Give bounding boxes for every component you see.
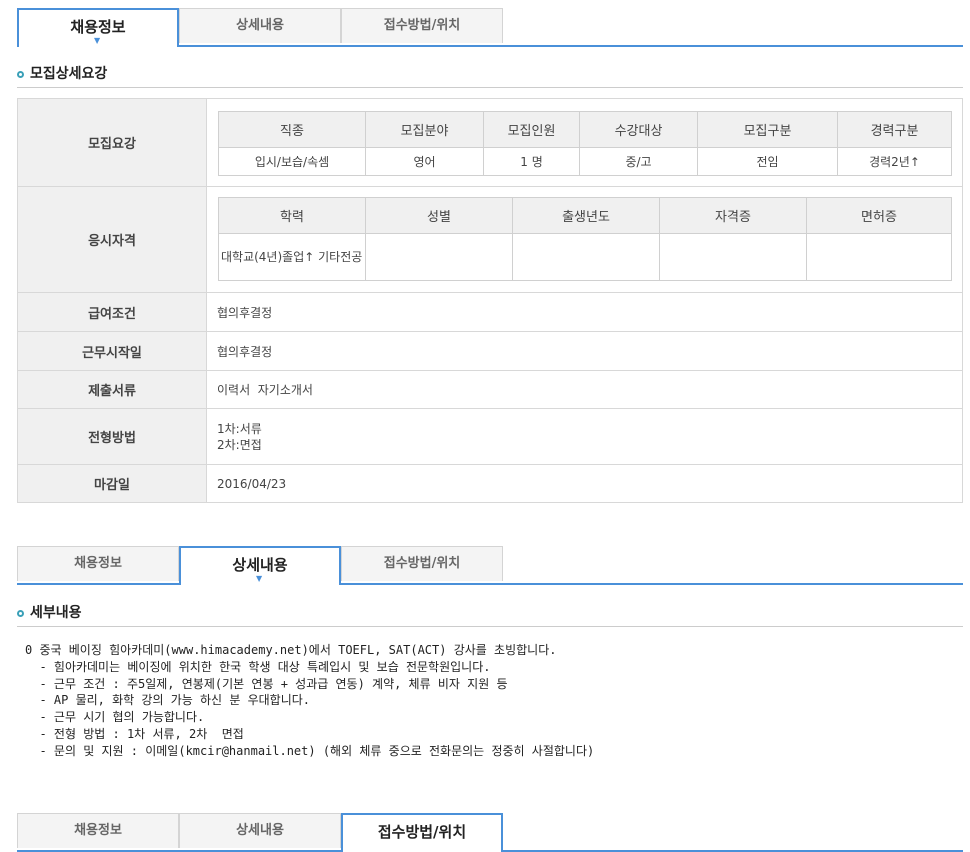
table-row: 근무시작일 협의후결정 <box>17 331 963 371</box>
details-body: 0 중국 베이징 힘아카데미(www.himacademy.net)에서 TOE… <box>25 642 955 760</box>
process-step: 2차:면접 <box>217 437 262 452</box>
tab-label: 접수방법/위치 <box>377 823 467 841</box>
table-row: 급여조건 협의후결정 <box>17 292 963 332</box>
detail-line: 0 중국 베이징 힘아카데미(www.himacademy.net)에서 TOE… <box>25 643 557 657</box>
table-cell <box>365 233 513 281</box>
row-label: 마감일 <box>17 464 207 503</box>
chevron-down-icon: ▼ <box>256 574 263 583</box>
row-label: 급여조건 <box>17 292 207 332</box>
tab-apply-location[interactable]: 접수방법/위치 <box>341 813 503 852</box>
start-date-value: 협의후결정 <box>206 331 963 371</box>
table-row: 응시자격 학력 성별 출생년도 자격증 면허증 대학교(4년)졸업↑ 기타전공 <box>17 186 963 293</box>
recruit-summary-table: 직종 모집분야 모집인원 수강대상 모집구분 경력구분 입시/보습/속셈 영어 … <box>218 110 952 176</box>
tab-label: 채용정보 <box>74 823 122 838</box>
bullet-circle-icon <box>17 610 24 617</box>
table-cell: 입시/보습/속셈 <box>218 146 366 176</box>
table-row: 마감일 2016/04/23 <box>17 464 963 503</box>
row-label: 제출서류 <box>17 370 207 409</box>
table-cell: 1 명 <box>483 146 580 176</box>
row-label: 전형방법 <box>17 408 207 465</box>
detail-line: - 힘아카데미는 베이징에 위치한 한국 학생 대상 특례입시 및 보습 전문학… <box>25 659 491 674</box>
table-cell: 영어 <box>365 146 484 176</box>
tab-recruit-info[interactable]: 채용정보 <box>17 813 179 848</box>
tabs-bottom: 채용정보 상세내용 접수방법/위치 <box>17 813 963 852</box>
section-title-recruit-details: 모집상세요강 <box>17 65 963 88</box>
bullet-circle-icon <box>17 71 24 78</box>
process-step: 1차:서류 <box>217 421 262 436</box>
detail-line: - 근무 조건 : 주5일제, 연봉제(기본 연봉 + 성과급 연동) 계약, … <box>25 676 508 691</box>
tab-label: 상세내용 <box>236 18 284 33</box>
tab-label: 상세내용 <box>236 823 284 838</box>
detail-line: - AP 물리, 화학 강의 가능 하신 분 우대합니다. <box>25 693 311 708</box>
tab-label: 접수방법/위치 <box>383 18 461 33</box>
tab-label: 상세내용 <box>232 556 288 574</box>
detail-line: - 전형 방법 : 1차 서류, 2차 면접 <box>25 726 244 741</box>
column-header: 직종 <box>218 110 366 148</box>
column-header: 면허증 <box>806 197 952 234</box>
row-label: 응시자격 <box>17 186 207 293</box>
salary-value: 협의후결정 <box>206 292 963 332</box>
tab-label: 채용정보 <box>74 556 122 571</box>
recruit-details-table: 모집요강 직종 모집분야 모집인원 수강대상 모집구분 경력구분 입시/보습/속… <box>17 98 963 503</box>
table-cell <box>512 233 660 281</box>
tab-details[interactable]: 상세내용 <box>179 813 341 848</box>
table-row: 모집요강 직종 모집분야 모집인원 수강대상 모집구분 경력구분 입시/보습/속… <box>17 98 963 187</box>
table-cell <box>659 233 807 281</box>
tab-recruit-info[interactable]: 채용정보 <box>17 546 179 581</box>
table-cell <box>806 233 952 281</box>
table-cell: 전임 <box>697 146 838 176</box>
column-header: 모집인원 <box>483 110 580 148</box>
qualification-table: 학력 성별 출생년도 자격증 면허증 대학교(4년)졸업↑ 기타전공 <box>218 197 952 281</box>
tab-recruit-info[interactable]: 채용정보 ▼ <box>17 8 179 47</box>
column-header: 수강대상 <box>579 110 698 148</box>
chevron-down-icon: ▼ <box>94 36 101 45</box>
process-value: 1차:서류 2차:면접 <box>206 408 963 465</box>
tab-label: 채용정보 <box>70 18 126 36</box>
detail-line: - 문의 및 지원 : 이메일(kmcir@hanmail.net) (해외 체… <box>25 743 595 758</box>
tabs-top: 채용정보 ▼ 상세내용 접수방법/위치 <box>17 8 963 47</box>
documents-value: 이력서 자기소개서 <box>206 370 963 409</box>
table-cell: 중/고 <box>579 146 698 176</box>
tab-details[interactable]: 상세내용 <box>179 8 341 43</box>
detail-line: - 근무 시기 협의 가능합니다. <box>25 710 205 725</box>
section-title-details: 세부내용 <box>17 604 963 627</box>
tab-details[interactable]: 상세내용 ▼ <box>179 546 341 585</box>
table-cell: 경력2년↑ <box>837 146 952 176</box>
column-header: 경력구분 <box>837 110 952 148</box>
column-header: 모집구분 <box>697 110 838 148</box>
tabs-middle: 채용정보 상세내용 ▼ 접수방법/위치 <box>17 546 963 585</box>
table-row: 제출서류 이력서 자기소개서 <box>17 370 963 409</box>
row-label: 근무시작일 <box>17 331 207 371</box>
column-header: 자격증 <box>659 197 807 234</box>
table-cell: 대학교(4년)졸업↑ 기타전공 <box>218 233 366 281</box>
column-header: 모집분야 <box>365 110 484 148</box>
column-header: 출생년도 <box>512 197 660 234</box>
tab-label: 접수방법/위치 <box>383 556 461 571</box>
deadline-value: 2016/04/23 <box>206 464 963 503</box>
column-header: 성별 <box>365 197 513 234</box>
row-label: 모집요강 <box>17 98 207 187</box>
tab-apply-location[interactable]: 접수방법/위치 <box>341 546 503 581</box>
table-row: 전형방법 1차:서류 2차:면접 <box>17 408 963 465</box>
tab-apply-location[interactable]: 접수방법/위치 <box>341 8 503 43</box>
column-header: 학력 <box>218 197 366 234</box>
